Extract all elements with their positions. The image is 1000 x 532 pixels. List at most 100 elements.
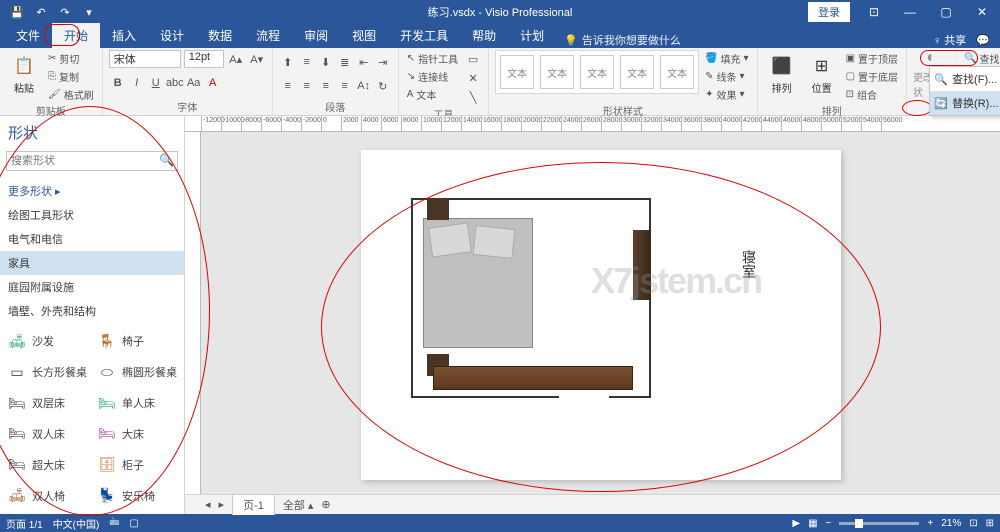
justify-button[interactable]: ≡	[336, 77, 354, 95]
style-item[interactable]: 文本	[540, 55, 574, 89]
close-button[interactable]: ✕	[964, 0, 1000, 24]
style-item[interactable]: 文本	[580, 55, 614, 89]
increase-indent-button[interactable]: ⇥	[374, 53, 392, 71]
increase-font-button[interactable]: A▴	[227, 50, 245, 68]
search-icon[interactable]: 🔍	[159, 153, 174, 167]
fill-button[interactable]: 🪣填充▾	[703, 50, 750, 67]
tell-me-search[interactable]: 💡 告诉我你想要做什么	[564, 32, 681, 48]
shape-big-bed[interactable]: 🛏大床	[92, 419, 182, 448]
room-label-text[interactable]: 寝室	[739, 250, 759, 278]
style-item[interactable]: 文本	[620, 55, 654, 89]
align-button[interactable]: ⬛排列	[764, 50, 800, 98]
format-painter-button[interactable]: 🖌格式刷	[46, 86, 96, 103]
paste-button[interactable]: 📋 粘贴	[6, 50, 42, 98]
align-top-button[interactable]: ⬆	[279, 53, 297, 71]
shapes-search-input[interactable]	[6, 151, 178, 171]
tab-plan[interactable]: 计划	[508, 23, 556, 48]
comments-button[interactable]: 💬	[976, 34, 990, 47]
cut-button[interactable]: ✂剪切	[46, 50, 96, 67]
font-size-select[interactable]: 12pt	[184, 50, 224, 68]
category-more-shapes[interactable]: 更多形状 ▸	[0, 179, 184, 203]
view-normal-button[interactable]: ▦	[808, 518, 817, 529]
pointer-tool-button[interactable]: ↖指针工具	[405, 50, 460, 67]
category-walls[interactable]: 墙壁、外壳和结构	[0, 299, 184, 323]
font-color-button[interactable]: A	[204, 74, 222, 92]
text-tool-button[interactable]: A文本	[405, 86, 460, 103]
shape-single-bed[interactable]: 🛏单人床	[92, 389, 182, 418]
all-pages-button[interactable]: 全部 ▴	[283, 497, 314, 513]
tab-review[interactable]: 审阅	[292, 23, 340, 48]
tab-home[interactable]: 开始	[52, 23, 100, 48]
strikethrough-button[interactable]: abc	[166, 74, 184, 92]
italic-button[interactable]: I	[128, 74, 146, 92]
add-page-button[interactable]: ⊕	[321, 498, 330, 511]
tab-file[interactable]: 文件	[4, 23, 52, 48]
zoom-out-button[interactable]: −	[826, 518, 832, 529]
position-button[interactable]: ⊞位置	[804, 50, 840, 98]
rotate-text-button[interactable]: ↻	[374, 77, 392, 95]
switch-window-button[interactable]: ⊞	[986, 518, 994, 529]
shape-loveseat[interactable]: 🛋双人椅	[2, 481, 92, 510]
tab-process[interactable]: 流程	[244, 23, 292, 48]
connector-tool-button[interactable]: ↘连接线	[405, 68, 460, 85]
login-button[interactable]: 登录	[808, 2, 850, 22]
category-drawing-tools[interactable]: 绘图工具形状	[0, 203, 184, 227]
bold-button[interactable]: B	[109, 74, 127, 92]
zoom-level[interactable]: 21%	[941, 518, 961, 529]
decrease-indent-button[interactable]: ⇤	[355, 53, 373, 71]
wardrobe-shape[interactable]	[633, 230, 651, 300]
bring-front-button[interactable]: ▣置于顶层	[844, 50, 900, 67]
shape-cabinet[interactable]: 🗄柜子	[92, 450, 182, 479]
pillow-shape[interactable]	[473, 225, 516, 259]
macro-record-button[interactable]: ▢	[129, 518, 138, 529]
tab-developer[interactable]: 开发工具	[388, 23, 460, 48]
send-back-button[interactable]: ▢置于底层	[844, 68, 900, 85]
page-nav-next[interactable]: ▸	[219, 498, 225, 511]
shape-oval-table[interactable]: ⬭椭圆形餐桌	[92, 358, 182, 387]
shape-bunk-bed[interactable]: 🛏双层床	[2, 389, 92, 418]
bed-shape[interactable]	[423, 218, 533, 348]
tab-view[interactable]: 视图	[340, 23, 388, 48]
share-button[interactable]: ♀ 共享	[933, 32, 966, 48]
line-tool-button[interactable]: ╲	[464, 88, 482, 106]
presentation-mode-button[interactable]: ▶	[792, 518, 800, 529]
tab-data[interactable]: 数据	[196, 23, 244, 48]
align-right-button[interactable]: ≡	[317, 77, 335, 95]
align-center-button[interactable]: ≡	[298, 77, 316, 95]
nightstand-shape[interactable]	[427, 198, 449, 220]
underline-button[interactable]: U	[147, 74, 165, 92]
align-left-button[interactable]: ≡	[279, 77, 297, 95]
maximize-button[interactable]: ▢	[928, 0, 964, 24]
qat-customize[interactable]: ▾	[78, 2, 100, 22]
line-button[interactable]: ✎线条▾	[703, 68, 750, 85]
minimize-button[interactable]: —	[892, 0, 928, 24]
bullets-button[interactable]: ≣	[336, 53, 354, 71]
style-item[interactable]: 文本	[500, 55, 534, 89]
font-name-select[interactable]: 宋体	[109, 50, 181, 68]
zoom-slider[interactable]	[839, 522, 919, 525]
fit-page-button[interactable]: ⊡	[969, 518, 977, 529]
page-tab-1[interactable]: 页-1	[232, 494, 275, 515]
language-indicator[interactable]: 中文(中国)	[53, 516, 100, 531]
page-nav-prev[interactable]: ◂	[205, 498, 211, 511]
shape-style-gallery[interactable]: 文本 文本 文本 文本 文本	[495, 50, 699, 94]
shape-sofa[interactable]: 🛋沙发	[2, 327, 92, 356]
menu-replace[interactable]: 🔄替换(R)...	[930, 91, 1000, 115]
page-indicator[interactable]: 页面 1/1	[6, 516, 43, 531]
room-outline[interactable]	[411, 198, 651, 398]
decrease-font-button[interactable]: A▾	[248, 50, 266, 68]
shape-easy-chair[interactable]: 💺安乐椅	[92, 481, 182, 510]
find-button[interactable]: 🔍查找▾	[962, 50, 1000, 67]
ime-indicator[interactable]: 🖮	[109, 515, 119, 532]
rectangle-tool-button[interactable]: ▭	[464, 50, 482, 68]
shape-rect-table[interactable]: ▭长方形餐桌	[2, 358, 92, 387]
text-direction-button[interactable]: A↕	[355, 77, 373, 95]
effects-button[interactable]: ✦效果▾	[703, 86, 750, 103]
group-button[interactable]: ⊡组合	[844, 86, 900, 103]
category-garden[interactable]: 庭园附属设施	[0, 275, 184, 299]
redo-button[interactable]: ↷	[54, 2, 76, 22]
zoom-in-button[interactable]: +	[927, 518, 933, 529]
pillow-shape[interactable]	[428, 222, 472, 257]
tab-insert[interactable]: 插入	[100, 23, 148, 48]
category-electrical[interactable]: 电气和电信	[0, 227, 184, 251]
